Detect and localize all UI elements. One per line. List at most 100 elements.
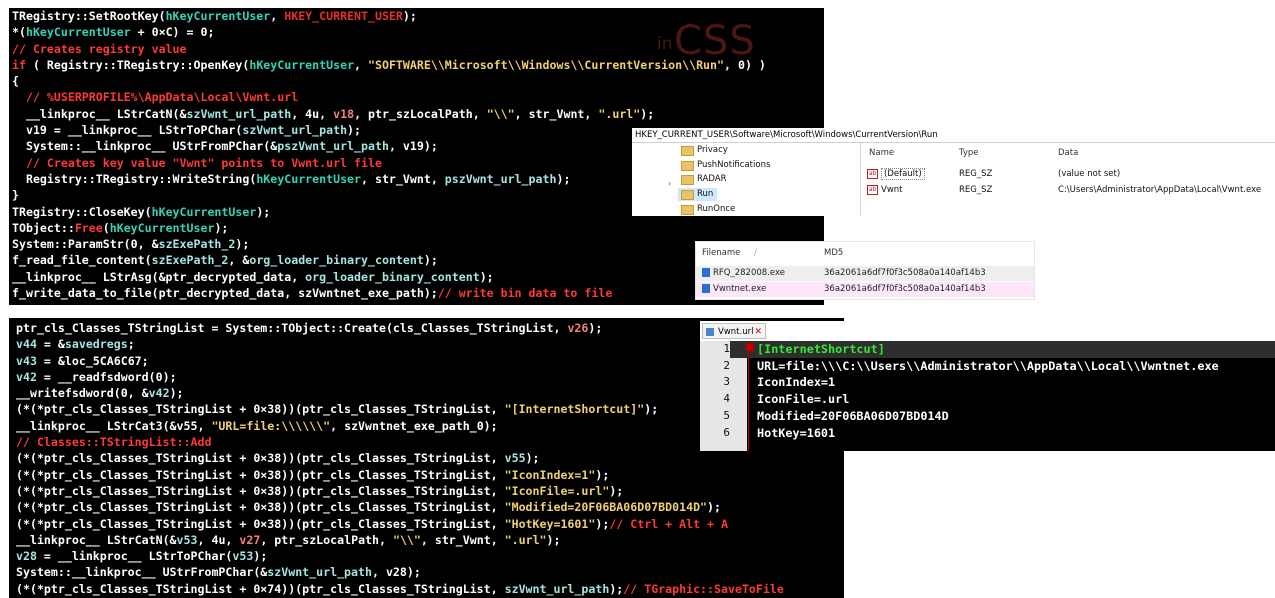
code-token: szVwnt_url_path bbox=[267, 565, 372, 580]
code-token: // TGraphic::SaveToFile bbox=[623, 581, 784, 596]
code-token: HKEY_CURRENT_USER bbox=[284, 9, 403, 23]
tab-vwnt-url[interactable]: Vwnt.url ✕ bbox=[702, 323, 766, 339]
line-text: IconFile=.url bbox=[757, 392, 850, 407]
code-token: "SOFTWARE\\Microsoft\\Windows\\CurrentVe… bbox=[368, 57, 724, 72]
code-token: ); bbox=[479, 269, 494, 284]
code-token: ".url" bbox=[504, 532, 547, 547]
code-token: ); bbox=[169, 386, 184, 401]
column-header-md5[interactable]: MD5 bbox=[824, 248, 843, 258]
line-number: 3 bbox=[723, 375, 730, 389]
code-token: __linkproc__ LStrCat3(&v55, bbox=[16, 418, 212, 433]
code-token: v53 bbox=[232, 549, 254, 564]
md5-value: 36a2061a6df7f0f3c508a0a140af14b3 bbox=[824, 268, 986, 278]
sort-indicator-icon: / bbox=[754, 248, 757, 258]
code-token: , str_Vwnt, bbox=[420, 532, 505, 547]
md5-value: 36a2061a6df7f0f3c508a0a140af14b3 bbox=[824, 284, 986, 294]
fold-marker-icon[interactable] bbox=[746, 343, 754, 351]
tree-item-label: PushNotifications bbox=[697, 160, 771, 170]
registry-address-bar[interactable]: HKEY_CURRENT_USER\Software\Microsoft\Win… bbox=[632, 128, 1275, 143]
code-token: ; bbox=[127, 337, 135, 352]
column-header-type[interactable]: Type bbox=[959, 148, 979, 158]
string-value-icon: ab bbox=[867, 184, 878, 195]
code-token: v28 bbox=[16, 549, 37, 564]
editor-line: 1 [InternetShortcut] bbox=[700, 341, 1275, 358]
tree-item-run[interactable]: Run bbox=[678, 188, 717, 201]
column-header-name[interactable]: Name bbox=[869, 148, 894, 158]
code-token: org_loader_binary_content bbox=[249, 253, 424, 268]
column-header-data[interactable]: Data bbox=[1058, 148, 1078, 158]
code-token: TRegistry::SetRootKey( bbox=[12, 9, 166, 23]
code-token: hKeyCurrentUser bbox=[109, 220, 215, 235]
registry-editor-window: HKEY_CURRENT_USER\Software\Microsoft\Win… bbox=[632, 128, 1275, 216]
code-token: { bbox=[12, 74, 19, 89]
code-token: , str_Vwnt, bbox=[361, 171, 445, 186]
close-icon[interactable]: ✕ bbox=[754, 324, 762, 340]
tree-item-pushnotifications[interactable]: PushNotifications bbox=[678, 159, 770, 172]
editor-area[interactable]: 1 [InternetShortcut] 2 URL=file:\\\C:\\Use… bbox=[700, 341, 1275, 451]
code-token: "IconIndex=1" bbox=[504, 467, 596, 482]
code-token: , ptr_szLocalPath, bbox=[354, 106, 487, 121]
code-token: ); bbox=[556, 171, 571, 186]
line-text: Modified=20F06BA06D07BD014D bbox=[757, 408, 949, 423]
code-token: hKeyCurrentUser bbox=[256, 171, 362, 186]
code-line: v28 = __linkproc__ LStrToPChar(v53); bbox=[16, 548, 844, 564]
code-token: = &loc_5CA6C67; bbox=[36, 353, 149, 368]
folder-icon bbox=[681, 175, 694, 185]
code-token: , 4u, bbox=[197, 532, 240, 547]
code-token: ); bbox=[214, 220, 229, 235]
code-token: v43 bbox=[16, 353, 37, 368]
code-token: ); bbox=[402, 9, 417, 23]
column-header-filename[interactable]: Filename bbox=[702, 248, 740, 258]
registry-value-row[interactable]: ab Vwnt REG_SZ C:\Users\Administrator\App… bbox=[867, 183, 1261, 197]
code-token: "Modified=20F06BA06D07BD014D" bbox=[504, 500, 708, 515]
code-line: *(hKeyCurrentUser + 0×C) = 0; bbox=[12, 24, 824, 40]
registry-value-row[interactable]: ab (Default) REG_SZ (value not set) bbox=[867, 167, 1120, 181]
code-token: __linkproc__ LStrCatN(& bbox=[12, 106, 187, 121]
file-icon bbox=[706, 328, 714, 336]
line-text: [InternetShortcut] bbox=[757, 342, 885, 356]
code-token: "URL=file:\\\\\\" bbox=[211, 418, 331, 433]
code-token: ); bbox=[253, 549, 268, 564]
code-token: , bbox=[270, 9, 285, 23]
code-token: ); bbox=[707, 500, 721, 515]
file-name: Vwntnet.exe bbox=[713, 284, 767, 294]
code-token: v55 bbox=[504, 451, 526, 466]
code-token: pszVwnt_url_path bbox=[277, 139, 389, 154]
code-token: , ptr_szLocalPath, bbox=[260, 532, 393, 547]
code-token: (*(*ptr_cls_Classes_TStringList + 0×38))… bbox=[16, 500, 505, 515]
code-token: v44 bbox=[16, 337, 37, 352]
md5-hash-table: Filename / MD5 RFQ_282008.exe 36a2061a6d… bbox=[695, 241, 1035, 300]
tree-item-radar[interactable]: RADAR bbox=[678, 173, 727, 186]
code-token: "\\" bbox=[486, 106, 515, 121]
code-token: , 0) ) bbox=[724, 57, 766, 72]
code-token: , 4u, bbox=[291, 106, 334, 121]
code-token: ); bbox=[640, 106, 655, 121]
tree-item-label: Run bbox=[697, 189, 714, 199]
code-token: v26 bbox=[567, 321, 589, 335]
registry-values-pane: Name Type Data ab (Default) REG_SZ (value… bbox=[860, 143, 1275, 216]
code-token: savedregs bbox=[64, 337, 128, 352]
code-token: // Classes::TStringList::Add bbox=[16, 435, 212, 450]
code-token: szVwnt_url_path bbox=[186, 106, 292, 121]
code-token: TObject:: bbox=[12, 220, 75, 235]
table-row[interactable]: RFQ_282008.exe 36a2061a6df7f0f3c508a0a14… bbox=[696, 266, 1034, 281]
tree-item-privacy[interactable]: Privacy bbox=[678, 144, 728, 157]
code-token: // Creates registry value bbox=[12, 41, 187, 56]
code-token: , str_Vwnt, bbox=[514, 106, 599, 121]
table-row[interactable]: Vwntnet.exe 36a2061a6df7f0f3c508a0a140af… bbox=[696, 282, 1034, 297]
code-token: v18 bbox=[333, 106, 355, 121]
code-token: Registry::TRegistry::WriteString( bbox=[12, 171, 257, 186]
tab-label: Vwnt.url bbox=[718, 327, 754, 337]
code-token: f_read_file_content( bbox=[12, 253, 152, 268]
code-line: System::__linkproc__ UStrFromPChar(&szVw… bbox=[16, 564, 844, 580]
code-line: (*(*ptr_cls_Classes_TStringList + 0×38))… bbox=[16, 499, 844, 515]
file-name: RFQ_282008.exe bbox=[713, 268, 785, 278]
code-token: + 0×C) = 0; bbox=[130, 25, 215, 40]
registry-tree: › Privacy PushNotifications RADAR Run Ru… bbox=[632, 143, 850, 216]
tree-item-label: Privacy bbox=[697, 145, 728, 155]
code-token: ); bbox=[595, 467, 610, 482]
tree-item-runonce[interactable]: RunOnce bbox=[678, 203, 735, 216]
code-line: // Creates registry value bbox=[12, 41, 824, 57]
code-token: (*(*ptr_cls_Classes_TStringList + 0×38))… bbox=[16, 402, 505, 417]
expand-arrow-icon[interactable]: › bbox=[668, 179, 671, 188]
